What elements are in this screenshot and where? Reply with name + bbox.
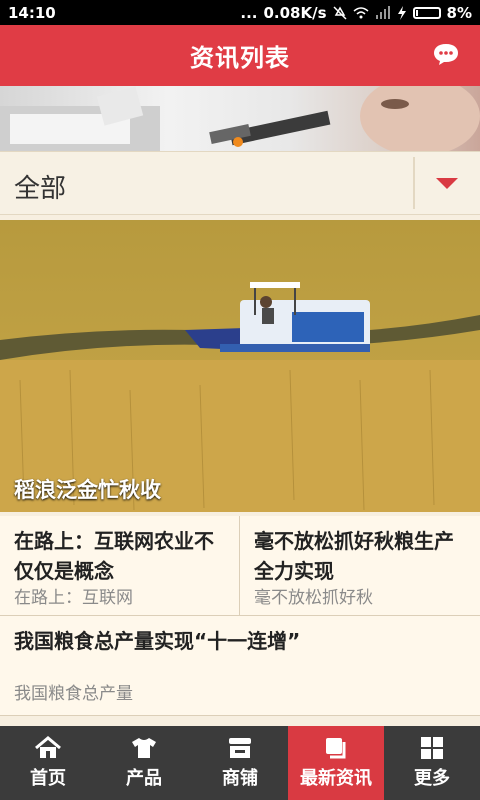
triangle-down-icon[interactable] [436,178,458,189]
app-header: 资讯列表 [0,25,480,86]
wifi-icon [353,6,369,18]
battery-icon [412,6,441,19]
tab-home[interactable]: 首页 [0,726,96,800]
tab-products[interactable]: 产品 [96,726,192,800]
news-title: 毫不放松抓好秋粮生产 全力实现 [254,529,454,583]
bottom-tab-bar: 首页 产品 商铺 最新资讯 更多 [0,726,480,800]
news-title: 我国粮食总产量实现“十一连增” [14,629,301,653]
news-subtitle: 毫不放松抓好秋 [254,588,373,608]
battery-percent: 8% [446,3,472,22]
news-subtitle: 我国粮食总产量 [14,684,133,704]
status-time: 14:10 [8,3,56,22]
tab-more[interactable]: 更多 [384,726,480,800]
cell-signal-icon [375,5,390,19]
chat-bubble-icon[interactable] [432,42,460,66]
tab-label: 首页 [30,768,66,789]
network-speed: 0.08K/s [263,3,327,22]
status-bar: 14:10 ... 0.08K/s 8% [0,0,480,25]
filter-label: 全部 [14,174,67,204]
hero-image [0,220,480,512]
news-card[interactable]: 毫不放松抓好秋粮生产 全力实现 毫不放松抓好秋 [240,516,480,616]
signal-dots: ... [240,3,258,22]
grid-icon [421,737,443,759]
news-icon [326,738,346,759]
filter-divider [413,157,415,209]
page-title: 资讯列表 [190,44,290,72]
mute-icon [333,5,347,20]
news-title: 在路上：互联网农业不仅仅是概念 [14,529,214,583]
news-card[interactable]: 我国粮食总产量实现“十一连增” 我国粮食总产量 [0,616,480,716]
news-card[interactable]: 在路上：互联网农业不仅仅是概念 在路上：互联网 [0,516,240,616]
shop-icon [229,738,251,758]
news-list: 在路上：互联网农业不仅仅是概念 在路上：互联网 毫不放松抓好秋粮生产 全力实现 … [0,516,480,716]
tab-label: 最新资讯 [300,768,372,789]
tab-label: 产品 [126,768,162,789]
tab-shops[interactable]: 商铺 [192,726,288,800]
status-right: ... 0.08K/s 8% [240,4,472,22]
tab-latest-news[interactable]: 最新资讯 [288,726,384,800]
tab-label: 商铺 [222,768,258,789]
home-icon [35,736,61,758]
tab-label: 更多 [414,768,450,789]
news-subtitle: 在路上：互联网 [14,588,133,608]
hero-caption[interactable]: 稻浪泛金忙秋收 [14,474,161,504]
charging-icon [397,5,406,20]
carousel-indicator-active[interactable] [233,137,243,147]
shirt-icon [132,738,156,758]
hero-news-card[interactable] [0,220,480,512]
category-filter[interactable]: 全部 [0,151,480,215]
